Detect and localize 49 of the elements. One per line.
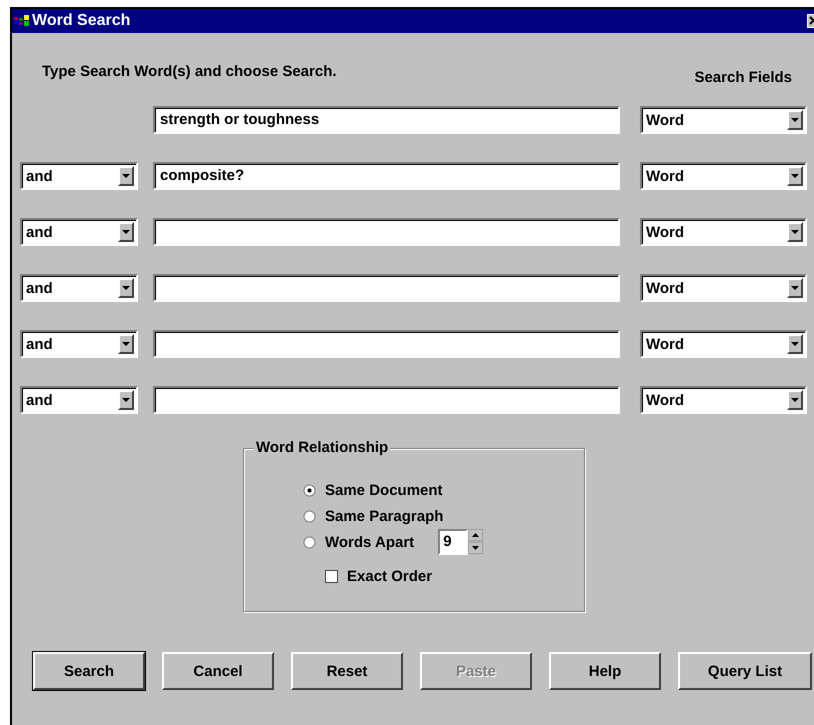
search-word-field[interactable] xyxy=(153,386,620,414)
search-word-field[interactable] xyxy=(153,218,620,246)
dropdown-arrow-icon xyxy=(122,174,130,178)
search-word-field[interactable] xyxy=(153,330,620,358)
search-word-field[interactable] xyxy=(153,274,620,302)
search-field-dropdown[interactable]: Word xyxy=(640,386,807,414)
app-icon xyxy=(14,15,30,27)
spinner-field[interactable]: 9 xyxy=(438,529,468,555)
dropdown-arrow-icon xyxy=(122,286,130,290)
dialog-button[interactable]: Search xyxy=(33,652,145,690)
operator-dropdown[interactable]: and xyxy=(20,274,138,302)
dropdown-arrow-icon xyxy=(791,174,799,178)
dropdown-arrow-icon xyxy=(791,230,799,234)
search-fields-label: Search Fields xyxy=(694,69,792,88)
search-word-field[interactable]: composite? xyxy=(153,162,620,190)
radio-icon[interactable] xyxy=(303,484,316,496)
dialog-button[interactable]: Reset xyxy=(291,652,403,690)
operator-dropdown[interactable]: and xyxy=(20,386,138,414)
exact-order-checkbox[interactable]: Exact Order xyxy=(325,568,432,584)
dropdown-arrow-icon xyxy=(791,342,799,346)
dialog-button[interactable]: Help xyxy=(549,652,661,690)
dropdown-arrow-icon xyxy=(122,230,130,234)
dropdown-arrow-icon xyxy=(122,398,130,402)
radio-option[interactable]: Same Paragraph xyxy=(303,508,444,524)
search-field-dropdown[interactable]: Word xyxy=(640,218,807,246)
search-field-dropdown[interactable]: Word xyxy=(640,162,807,190)
spin-down-icon[interactable] xyxy=(468,542,484,554)
dropdown-arrow-icon xyxy=(791,118,799,122)
group-title: Word Relationship xyxy=(254,439,390,456)
radio-option[interactable]: Same Document xyxy=(303,482,443,498)
dropdown-arrow-icon xyxy=(791,398,799,402)
spin-up-icon[interactable] xyxy=(468,529,484,541)
radio-icon[interactable] xyxy=(303,510,316,522)
dropdown-arrow-icon xyxy=(122,342,130,346)
dialog-button[interactable]: Cancel xyxy=(162,652,274,690)
radio-icon[interactable] xyxy=(303,536,316,548)
instructions: Type Search Word(s) and choose Search. xyxy=(42,63,337,82)
radio-option[interactable]: Words Apart xyxy=(303,534,414,550)
operator-dropdown[interactable]: and xyxy=(20,162,138,190)
dialog-button[interactable]: Query List xyxy=(678,652,812,690)
search-field-dropdown[interactable]: Word xyxy=(640,106,807,134)
search-field-dropdown[interactable]: Word xyxy=(640,330,807,358)
window-title: Word Search xyxy=(32,12,130,30)
checkbox-icon[interactable] xyxy=(325,570,338,582)
operator-dropdown[interactable]: and xyxy=(20,330,138,358)
dropdown-arrow-icon xyxy=(791,286,799,290)
search-field-dropdown[interactable]: Word xyxy=(640,274,807,302)
operator-dropdown[interactable]: and xyxy=(20,218,138,246)
search-word-field[interactable]: strength or toughness xyxy=(153,106,620,134)
